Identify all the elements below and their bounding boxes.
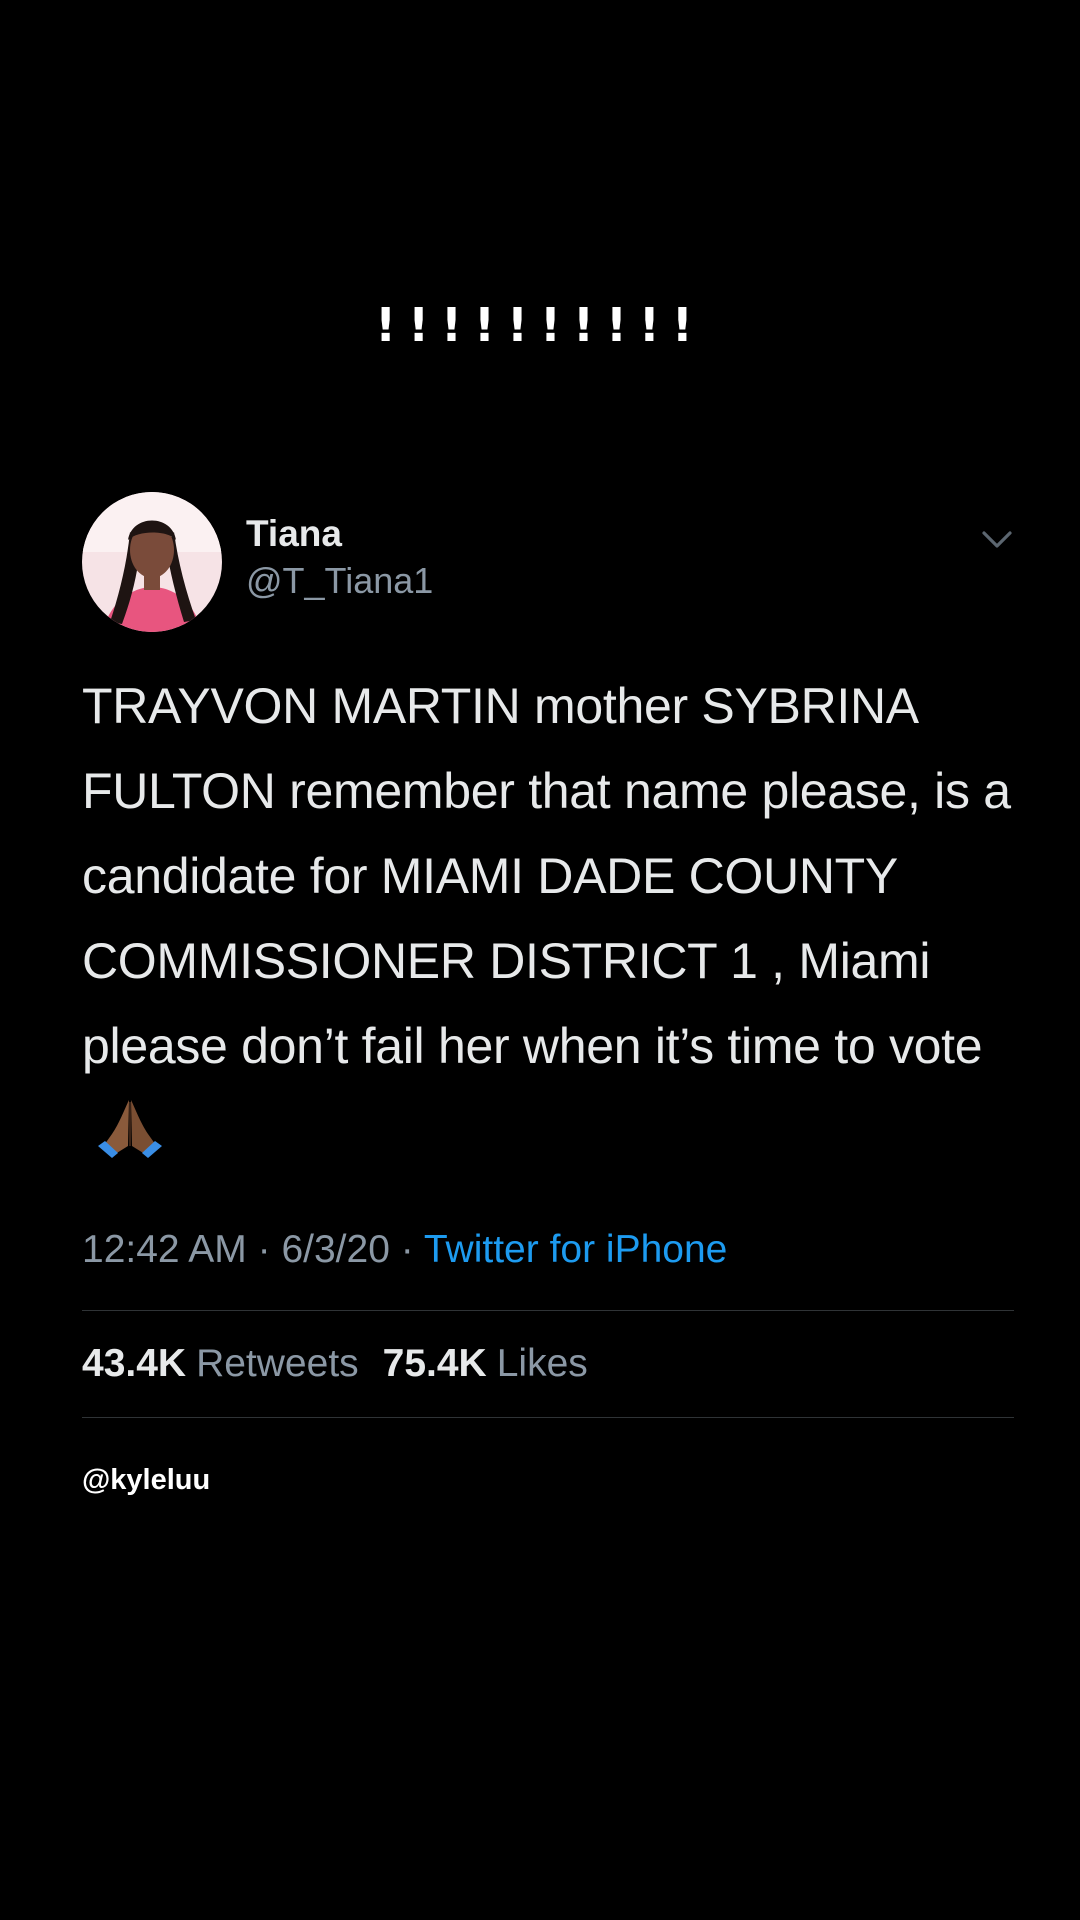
likes-stat[interactable]: 75.4K Likes bbox=[383, 1342, 588, 1386]
tweet-body: TRAYVON MARTIN mother SYBRINA FULTON rem… bbox=[82, 664, 1014, 1186]
chevron-down-icon[interactable] bbox=[980, 522, 1014, 556]
tweet-meta: 12:42 AM · 6/3/20 · Twitter for iPhone bbox=[82, 1228, 1014, 1272]
author-display-name[interactable]: Tiana bbox=[246, 512, 433, 556]
likes-label: Likes bbox=[496, 1342, 588, 1385]
author-info: Tiana @T_Tiana1 bbox=[246, 512, 433, 603]
tweet-source-link[interactable]: Twitter for iPhone bbox=[424, 1228, 727, 1271]
meta-separator: · bbox=[400, 1228, 414, 1271]
meta-separator: · bbox=[257, 1228, 271, 1271]
tweet-time: 12:42 AM bbox=[82, 1228, 247, 1271]
engagement-stats: 43.4K Retweets 75.4K Likes bbox=[82, 1311, 1014, 1417]
divider bbox=[82, 1417, 1014, 1418]
retweets-stat[interactable]: 43.4K Retweets bbox=[82, 1342, 359, 1386]
tweet-card: Tiana @T_Tiana1 TRAYVON MARTIN mother SY… bbox=[82, 492, 1014, 1497]
watermark: @kyleluu bbox=[82, 1464, 211, 1496]
author-handle[interactable]: @T_Tiana1 bbox=[246, 558, 433, 603]
tweet-text: TRAYVON MARTIN mother SYBRINA FULTON rem… bbox=[82, 678, 1011, 1074]
retweets-count: 43.4K bbox=[82, 1342, 187, 1385]
tweet-date: 6/3/20 bbox=[281, 1228, 390, 1271]
folded-hands-icon bbox=[96, 1096, 164, 1186]
tweet-header: Tiana @T_Tiana1 bbox=[82, 492, 1014, 632]
retweets-label: Retweets bbox=[196, 1342, 359, 1385]
likes-count: 75.4K bbox=[382, 1342, 487, 1385]
avatar[interactable] bbox=[82, 492, 222, 632]
caption-exclamations: !!!!!!!!!! bbox=[375, 298, 705, 352]
